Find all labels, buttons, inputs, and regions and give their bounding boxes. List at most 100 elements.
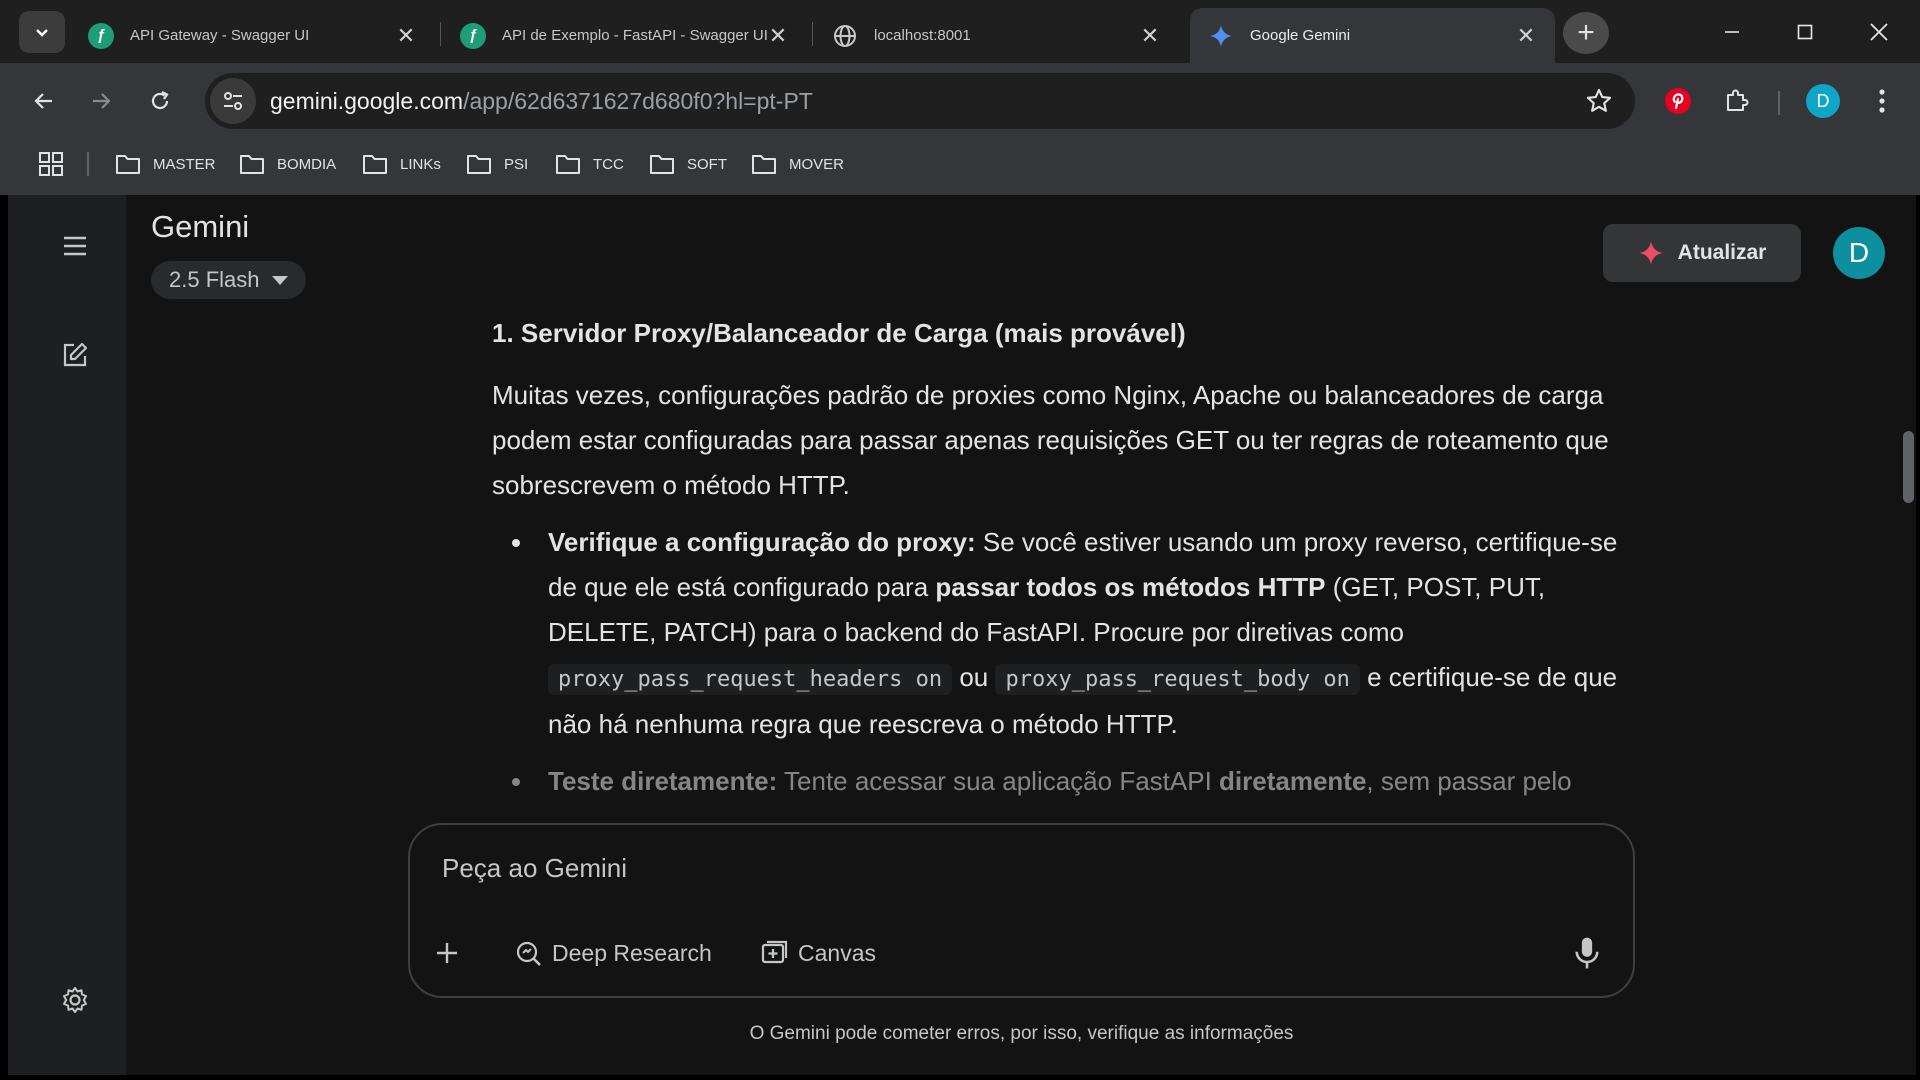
folder-icon xyxy=(556,155,580,174)
bullet-bold: Teste diretamente: xyxy=(548,766,778,796)
back-button[interactable] xyxy=(24,81,64,121)
site-info-button[interactable] xyxy=(210,78,256,124)
bookmark-folder-links[interactable]: LINKs xyxy=(362,149,441,179)
bookmark-label: SOFT xyxy=(687,155,727,173)
browser-chrome: ƒ API Gateway - Swagger UI ✕ ƒ API de Ex… xyxy=(0,0,1920,195)
bookmark-folder-psi[interactable]: PSI xyxy=(466,149,528,179)
tab-search-button[interactable] xyxy=(19,11,65,53)
edit-icon xyxy=(63,342,88,367)
tab-api-gateway[interactable]: ƒ API Gateway - Swagger UI ✕ xyxy=(70,8,435,63)
canvas-icon xyxy=(761,940,788,964)
profile-avatar: D xyxy=(1806,84,1840,118)
sidebar xyxy=(8,195,126,1075)
bookmark-folder-master[interactable]: MASTER xyxy=(115,149,216,179)
deep-research-button[interactable]: Deep Research xyxy=(514,930,712,976)
bookmarks-divider xyxy=(87,152,89,176)
folder-icon xyxy=(650,155,674,174)
bookmark-folder-soft[interactable]: SOFT xyxy=(649,149,727,179)
forward-button[interactable] xyxy=(81,81,121,121)
list-item: Verifique a configuração do proxy: Se vo… xyxy=(492,520,1652,747)
model-selector[interactable]: 2.5 Flash xyxy=(151,261,306,299)
bullet-text: Tente acessar sua aplicação FastAPI xyxy=(777,766,1220,796)
inline-code: proxy_pass_request_headers on xyxy=(548,664,953,695)
inline-code: proxy_pass_request_body on xyxy=(995,664,1360,695)
response-paragraph: Muitas vezes, configurações padrão de pr… xyxy=(492,380,1609,500)
bullet-text: , sem passar pelo xyxy=(1366,766,1572,796)
tab-api-exemplo[interactable]: ƒ API de Exemplo - FastAPI - Swagger UI … xyxy=(442,8,807,63)
reload-button[interactable] xyxy=(140,81,180,121)
bullet-list: Verifique a configuração do proxy: Se vo… xyxy=(492,520,1652,804)
pinterest-extension-button[interactable] xyxy=(1658,81,1698,121)
main-menu-button[interactable] xyxy=(53,224,97,268)
tab-strip: ƒ API Gateway - Swagger UI ✕ ƒ API de Ex… xyxy=(0,0,1920,63)
bullet-bold: passar todos os métodos HTTP xyxy=(935,572,1326,602)
prompt-composer[interactable]: Peça ao Gemini Deep Research Canvas xyxy=(408,823,1635,998)
new-tab-button[interactable]: + xyxy=(1563,12,1609,54)
kebab-menu-icon xyxy=(1879,89,1885,113)
star-icon[interactable] xyxy=(1585,87,1613,115)
sparkle-icon xyxy=(1638,241,1663,265)
folder-icon xyxy=(467,155,491,174)
bookmarks-bar: MASTER BOMDIA LINKs PSI TCC SOFT MOVER xyxy=(0,139,1920,195)
close-icon xyxy=(1870,23,1888,41)
add-attachment-button[interactable] xyxy=(434,930,470,976)
pinterest-icon xyxy=(1665,88,1691,114)
url-path: /app/62d6371627d680f0?hl=pt-PT xyxy=(463,87,813,114)
puzzle-icon xyxy=(1727,89,1749,111)
bullet-bold: Verifique a configuração do proxy: xyxy=(548,527,976,557)
folder-icon xyxy=(240,155,264,174)
bookmark-label: LINKs xyxy=(400,155,441,173)
browser-menu-button[interactable] xyxy=(1862,81,1902,121)
canvas-button[interactable]: Canvas xyxy=(760,930,876,976)
tab-divider xyxy=(812,22,813,46)
scrollbar-thumb[interactable] xyxy=(1903,431,1914,503)
account-avatar[interactable]: D xyxy=(1833,227,1885,279)
tab-localhost[interactable]: localhost:8001 ✕ xyxy=(814,8,1179,63)
maximize-button[interactable] xyxy=(1775,12,1835,52)
minimize-button[interactable] xyxy=(1702,12,1762,52)
caret-down-icon xyxy=(271,275,288,285)
tab-google-gemini[interactable]: Google Gemini ✕ xyxy=(1190,8,1555,63)
folder-icon xyxy=(752,155,776,174)
bookmark-folder-bomdia[interactable]: BOMDIA xyxy=(239,149,336,179)
close-icon[interactable]: ✕ xyxy=(395,23,417,48)
bookmark-label: BOMDIA xyxy=(277,155,337,173)
address-bar[interactable]: gemini.google.com/app/62d6371627d680f0?h… xyxy=(205,73,1635,129)
microphone-icon[interactable] xyxy=(1571,935,1603,971)
profile-button[interactable]: D xyxy=(1803,81,1843,121)
tab-title: API de Exemplo - FastAPI - Swagger UI xyxy=(502,27,767,44)
close-icon[interactable]: ✕ xyxy=(767,23,789,48)
chevron-down-icon xyxy=(36,29,48,37)
maximize-icon xyxy=(1797,24,1813,40)
bookmark-folder-mover[interactable]: MOVER xyxy=(751,149,844,179)
new-chat-button[interactable] xyxy=(53,333,97,377)
arrow-right-icon xyxy=(93,93,111,109)
tune-icon xyxy=(224,92,242,110)
url-text[interactable]: gemini.google.com/app/62d6371627d680f0?h… xyxy=(270,88,813,115)
close-icon[interactable]: ✕ xyxy=(1515,23,1537,48)
close-icon[interactable]: ✕ xyxy=(1139,23,1161,48)
page-title: Gemini xyxy=(151,209,250,244)
gear-icon xyxy=(63,987,87,1013)
swagger-icon: ƒ xyxy=(88,22,114,49)
browser-toolbar: gemini.google.com/app/62d6371627d680f0?h… xyxy=(0,63,1920,139)
swagger-icon: ƒ xyxy=(460,22,486,49)
list-item: Teste diretamente: Tente acessar sua apl… xyxy=(492,759,1652,804)
bullet-bold: diretamente xyxy=(1219,766,1367,796)
gemini-app: Gemini 2.5 Flash Atualizar D 1. Servidor… xyxy=(8,195,1916,1075)
deep-research-icon xyxy=(516,941,541,966)
extensions-button[interactable] xyxy=(1717,81,1757,121)
bookmark-label: PSI xyxy=(504,155,529,173)
plus-icon xyxy=(437,943,457,963)
minimize-icon xyxy=(1725,31,1739,33)
prompt-input[interactable]: Peça ao Gemini xyxy=(442,853,627,884)
upgrade-button[interactable]: Atualizar xyxy=(1603,224,1801,282)
apps-grid-icon[interactable] xyxy=(38,151,64,177)
bullet-dot xyxy=(512,778,520,786)
settings-button[interactable] xyxy=(53,978,97,1022)
url-host: gemini.google.com xyxy=(270,87,464,114)
deep-research-label: Deep Research xyxy=(552,939,712,966)
gemini-icon xyxy=(1208,23,1234,49)
window-close-button[interactable] xyxy=(1849,12,1909,52)
bookmark-folder-tcc[interactable]: TCC xyxy=(555,149,624,179)
